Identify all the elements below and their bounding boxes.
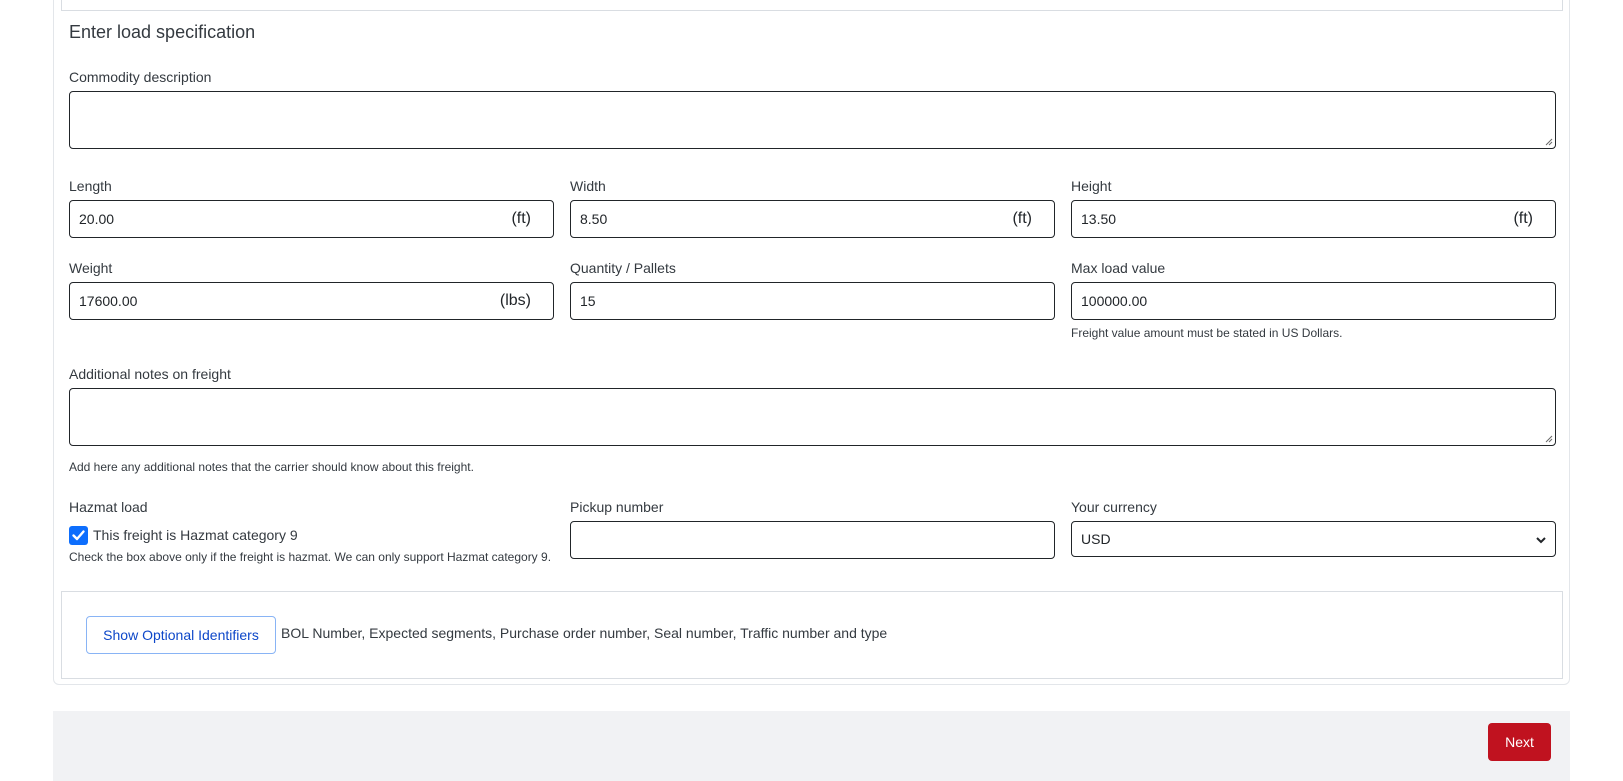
hazmat-checkbox[interactable] bbox=[69, 526, 88, 545]
currency-selected: USD bbox=[1081, 531, 1111, 547]
hazmat-label: Hazmat load bbox=[69, 499, 148, 515]
notes-help: Add here any additional notes that the c… bbox=[69, 460, 474, 474]
length-input[interactable]: 20.00 (ft) bbox=[69, 200, 554, 238]
max-load-value-input[interactable]: 100000.00 bbox=[1071, 282, 1556, 320]
length-label: Length bbox=[69, 178, 112, 194]
section-title: Enter load specification bbox=[69, 22, 256, 42]
weight-value: 17600.00 bbox=[79, 293, 138, 309]
previous-section-border bbox=[61, 0, 1563, 11]
next-button[interactable]: Next bbox=[1488, 723, 1551, 761]
width-label: Width bbox=[570, 178, 606, 194]
currency-label: Your currency bbox=[1071, 499, 1157, 515]
width-unit: (ft) bbox=[1012, 210, 1032, 227]
quantity-value: 15 bbox=[580, 293, 596, 309]
form-footer bbox=[53, 711, 1570, 781]
quantity-input[interactable]: 15 bbox=[570, 282, 1055, 320]
quantity-label: Quantity / Pallets bbox=[570, 260, 676, 276]
weight-unit: (lbs) bbox=[499, 292, 531, 309]
checkmark-icon bbox=[72, 530, 85, 541]
max-load-value-label: Max load value bbox=[1071, 260, 1166, 276]
max-load-value-value: 100000.00 bbox=[1081, 293, 1148, 309]
height-unit: (ft) bbox=[1513, 210, 1533, 227]
height-input[interactable]: 13.50 (ft) bbox=[1071, 200, 1556, 238]
hazmat-checkbox-label[interactable]: This freight is Hazmat category 9 bbox=[93, 527, 298, 543]
resize-grip-icon bbox=[1545, 435, 1553, 443]
height-value: 13.50 bbox=[1081, 211, 1117, 227]
notes-label: Additional notes on freight bbox=[69, 366, 231, 382]
hazmat-help: Check the box above only if the freight … bbox=[69, 550, 552, 564]
pickup-number-label: Pickup number bbox=[570, 499, 664, 515]
resize-grip-icon bbox=[1545, 138, 1553, 146]
show-optional-identifiers-button[interactable]: Show Optional Identifiers bbox=[86, 616, 276, 654]
length-value: 20.00 bbox=[79, 211, 115, 227]
currency-select[interactable]: USD bbox=[1071, 521, 1556, 557]
chevron-down-icon bbox=[1536, 537, 1546, 544]
height-label: Height bbox=[1071, 178, 1112, 194]
pickup-number-input[interactable] bbox=[570, 521, 1055, 559]
notes-textarea[interactable] bbox=[69, 388, 1556, 446]
max-load-value-help: Freight value amount must be stated in U… bbox=[1071, 326, 1343, 340]
length-unit: (ft) bbox=[511, 210, 531, 227]
width-input[interactable]: 8.50 (ft) bbox=[570, 200, 1055, 238]
optional-identifiers-description: BOL Number, Expected segments, Purchase … bbox=[281, 625, 888, 641]
commodity-label: Commodity description bbox=[69, 69, 212, 85]
commodity-textarea[interactable] bbox=[69, 91, 1556, 149]
weight-label: Weight bbox=[69, 260, 113, 276]
weight-input[interactable]: 17600.00 (lbs) bbox=[69, 282, 554, 320]
width-value: 8.50 bbox=[580, 211, 608, 227]
